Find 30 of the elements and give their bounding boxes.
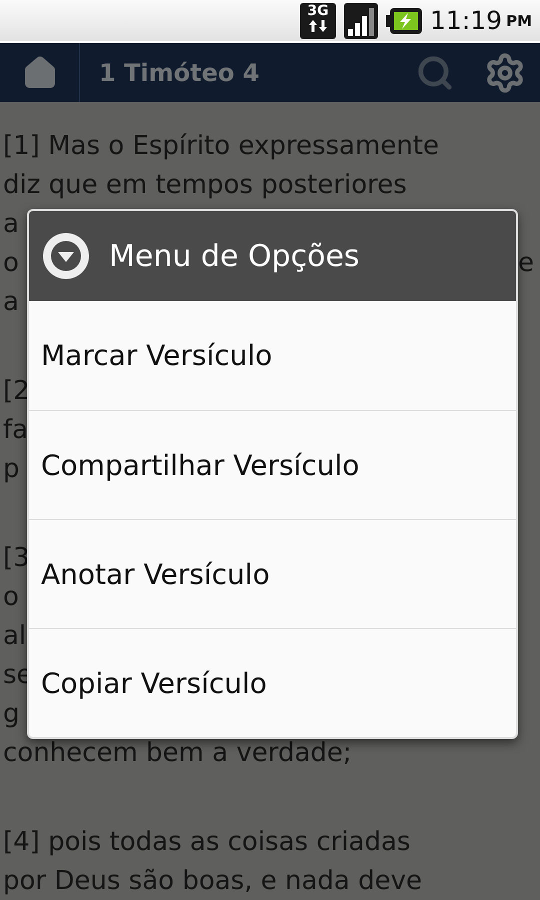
book-title: 1 Timóteo 4 [98,58,260,86]
verse-text: fa [3,414,28,444]
battery-icon [386,6,422,36]
verse-text: por Deus são boas, e nada deve [3,866,422,896]
clock-time: 11:19 [430,6,502,35]
menu-item[interactable]: Marcar Versículo [29,301,516,410]
menu-item[interactable]: Copiar Versículo [29,628,516,737]
verse-text: p [3,454,20,484]
network-icon: 3G [300,2,336,38]
verse-text: a [3,208,19,238]
verse-text: o [3,582,19,612]
search-icon [416,54,454,92]
dropdown-circle-icon [41,231,91,281]
settings-icon [484,52,526,94]
verse-text: e [518,248,534,278]
verse-text: [4] pois todas as coisas criadas [3,826,410,856]
verse-text: [1] Mas o Espírito expressamente [3,130,439,160]
signal-icon [344,2,378,38]
verse-text: conhecem bem a verdade; [3,738,352,768]
verse-text: o [3,248,19,278]
clock-period: PM [506,12,532,30]
menu-item[interactable]: Compartilhar Versículo [29,410,516,519]
verse-text: g [3,698,20,728]
verse-text: diz que em tempos posteriores [3,170,407,200]
verse-text: [2 [3,376,30,406]
verse-text: a [3,286,19,316]
menu-item[interactable]: Anotar Versículo [29,519,516,628]
verse-text: [3 [3,542,30,572]
verse-text: al [3,620,26,650]
dialog-title: Menu de Opções [109,238,360,274]
